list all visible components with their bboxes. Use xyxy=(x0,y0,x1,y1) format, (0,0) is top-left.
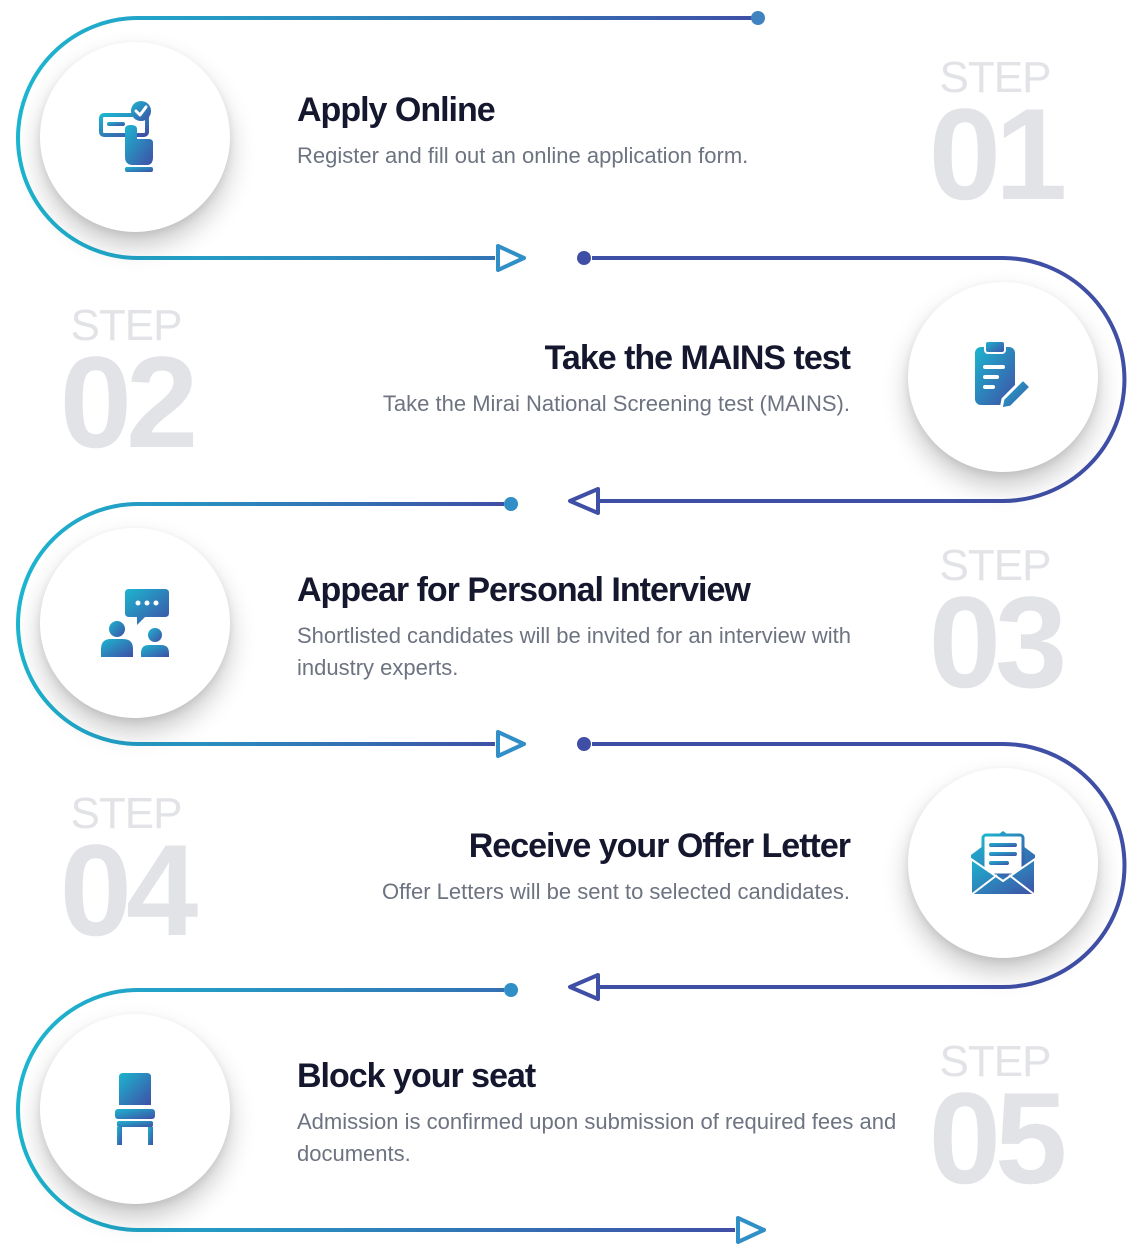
step-title: Apply Online xyxy=(297,91,496,129)
step-1-label: STEP 01 xyxy=(915,56,1075,227)
step-title: Take the MAINS test xyxy=(544,339,851,377)
step-3-label: STEP 03 xyxy=(915,544,1075,715)
step-5-icon-circle xyxy=(40,1014,230,1204)
step-number: 02 xyxy=(59,329,199,475)
step-4-icon-circle xyxy=(908,768,1098,958)
step-title: Appear for Personal Interview xyxy=(297,571,751,609)
step-description: Offer Letters will be sent to selected c… xyxy=(382,879,850,904)
step-5-label: STEP 05 xyxy=(915,1040,1075,1211)
arrow-right-icon xyxy=(496,730,526,758)
connector-dot xyxy=(504,497,518,511)
arrow-left-icon xyxy=(568,487,600,515)
step-1-icon-circle xyxy=(40,42,230,232)
step-number: 04 xyxy=(59,817,199,963)
connector-dot xyxy=(751,11,765,25)
step-3-text: Appear for Personal Interview Shortliste… xyxy=(297,570,897,684)
arrow-left-icon xyxy=(568,973,600,1001)
step-number: 03 xyxy=(928,569,1068,715)
connector-dot xyxy=(504,983,518,997)
apply-online-icon xyxy=(99,101,153,172)
chair-icon xyxy=(115,1073,155,1145)
step-title: Receive your Offer Letter xyxy=(468,827,851,865)
step-number: 01 xyxy=(928,81,1068,227)
step-number: 05 xyxy=(928,1065,1068,1211)
step-2-icon-circle xyxy=(908,282,1098,472)
step-title: Block your seat xyxy=(297,1057,536,1095)
step-2-text: Take the MAINS test Take the Mirai Natio… xyxy=(250,338,851,420)
step-5-text: Block your seat Admission is confirmed u… xyxy=(297,1056,897,1170)
step-description: Shortlisted candidates will be invited f… xyxy=(297,623,851,680)
step-description: Take the Mirai National Screening test (… xyxy=(382,391,850,416)
connector-dot xyxy=(577,737,591,751)
step-2-label: STEP 02 xyxy=(46,304,206,475)
step-3-icon-circle xyxy=(40,528,230,718)
step-description: Register and fill out an online applicat… xyxy=(297,143,749,168)
arrow-right-icon xyxy=(496,244,526,272)
connector-dot xyxy=(577,251,591,265)
arrow-right-icon xyxy=(736,1216,766,1244)
envelope-letter-icon xyxy=(970,831,1036,896)
interview-chat-icon xyxy=(101,589,169,657)
step-1-text: Apply Online Register and fill out an on… xyxy=(297,90,897,172)
clipboard-edit-icon xyxy=(975,340,1033,411)
step-4-label: STEP 04 xyxy=(46,792,206,963)
step-4-text: Receive your Offer Letter Offer Letters … xyxy=(250,826,851,908)
admission-steps-diagram: Apply Online Register and fill out an on… xyxy=(0,0,1129,1246)
step-description: Admission is confirmed upon submission o… xyxy=(297,1109,897,1166)
